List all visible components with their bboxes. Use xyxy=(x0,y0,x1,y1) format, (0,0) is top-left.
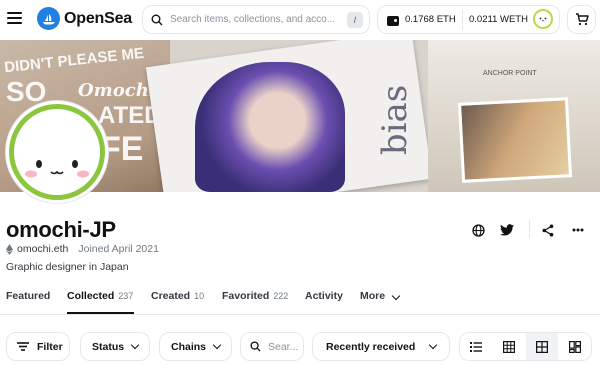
grid-small-view-button[interactable] xyxy=(525,333,559,360)
mosaic-view-button[interactable] xyxy=(558,333,591,360)
wallet-icon xyxy=(387,16,399,26)
search-shortcut-badge: / xyxy=(347,12,363,28)
mosaic-view-icon xyxy=(568,340,581,353)
account-avatar[interactable] xyxy=(533,9,553,29)
banner-portrait xyxy=(195,62,345,192)
search-icon xyxy=(250,341,261,352)
items-search-input[interactable]: Sear... xyxy=(268,341,298,353)
grid-large-icon xyxy=(503,340,516,353)
banner-photo xyxy=(457,97,573,183)
filter-icon xyxy=(17,342,29,351)
chains-dropdown[interactable]: Chains xyxy=(159,332,232,361)
cart-button[interactable] xyxy=(567,5,596,34)
ens-address[interactable]: omochi.eth xyxy=(17,243,68,255)
search-bar[interactable]: Search items, collections, and acco... / xyxy=(142,5,370,34)
tab-label: Featured xyxy=(6,290,51,302)
tab-collected[interactable]: Collected 237 xyxy=(67,290,133,302)
joined-date: Joined April 2021 xyxy=(78,243,159,255)
tab-created[interactable]: Created 10 xyxy=(151,290,204,302)
profile-avatar[interactable] xyxy=(6,101,108,203)
twitter-icon xyxy=(500,224,514,236)
status-dropdown[interactable]: Status xyxy=(80,332,150,361)
tab-more[interactable]: More xyxy=(360,290,401,302)
filter-label: Filter xyxy=(37,340,63,353)
items-search[interactable]: Sear... xyxy=(240,332,304,361)
brand-name[interactable]: OpenSea xyxy=(64,10,132,28)
actions-divider xyxy=(529,220,530,238)
wallet-divider xyxy=(462,10,463,30)
sort-dropdown[interactable]: Recently received xyxy=(312,332,450,361)
tab-label: More xyxy=(360,290,386,302)
eth-balance: 0.1768 ETH xyxy=(405,14,456,25)
weth-balance: 0.0211 WETH xyxy=(469,14,528,25)
tab-label: Created xyxy=(151,290,191,302)
banner-text: DIDN'T PLEASE ME xyxy=(3,44,145,77)
tab-count: 222 xyxy=(273,291,289,301)
tab-featured[interactable]: Featured xyxy=(6,290,50,302)
status-label: Status xyxy=(92,340,125,353)
top-navbar: OpenSea Search items, collections, and a… xyxy=(0,0,600,40)
tabs-divider xyxy=(0,314,600,315)
search-input[interactable]: Search items, collections, and acco... xyxy=(170,14,342,25)
profile-meta: omochi.eth Joined April 2021 xyxy=(6,243,159,255)
share-icon xyxy=(542,224,554,236)
twitter-button[interactable] xyxy=(499,222,515,238)
globe-icon xyxy=(471,223,485,237)
tab-label: Activity xyxy=(305,290,343,302)
list-view-button[interactable] xyxy=(460,333,493,360)
grid-small-icon xyxy=(535,340,548,353)
filter-button[interactable]: Filter xyxy=(6,332,70,361)
chevron-down-icon xyxy=(130,340,140,350)
tab-label: Collected xyxy=(67,290,115,302)
opensea-logo-icon[interactable] xyxy=(37,7,60,30)
sort-label: Recently received xyxy=(326,340,416,353)
banner-text: ANCHOR POINT xyxy=(483,70,537,77)
tab-activity[interactable]: Activity xyxy=(305,290,343,302)
chevron-down-icon xyxy=(428,340,438,350)
list-view-icon xyxy=(470,341,483,352)
search-icon xyxy=(151,14,163,25)
more-options-button[interactable] xyxy=(570,222,586,238)
tab-favorited[interactable]: Favorited 222 xyxy=(222,290,288,302)
tab-label: Favorited xyxy=(222,290,270,302)
view-toggle-group xyxy=(459,332,592,361)
grid-large-view-button[interactable] xyxy=(493,333,526,360)
banner-text: Omochi xyxy=(78,80,156,101)
banner-text: bias xyxy=(375,84,416,156)
cart-icon xyxy=(575,13,589,26)
profile-tabs: Featured Collected 237 Created 10 Favorite… xyxy=(0,290,600,314)
tab-count: 10 xyxy=(194,291,205,301)
ethereum-icon xyxy=(6,243,13,255)
chevron-down-icon xyxy=(212,340,222,350)
profile-name: omochi-JP xyxy=(6,217,116,242)
menu-icon[interactable] xyxy=(7,12,22,24)
share-button[interactable] xyxy=(540,222,556,238)
tab-count: 237 xyxy=(118,291,134,301)
profile-bio: Graphic designer in Japan xyxy=(6,261,129,273)
chevron-down-icon xyxy=(391,291,401,301)
website-button[interactable] xyxy=(470,222,486,238)
chains-label: Chains xyxy=(171,340,207,353)
more-icon xyxy=(572,228,584,232)
